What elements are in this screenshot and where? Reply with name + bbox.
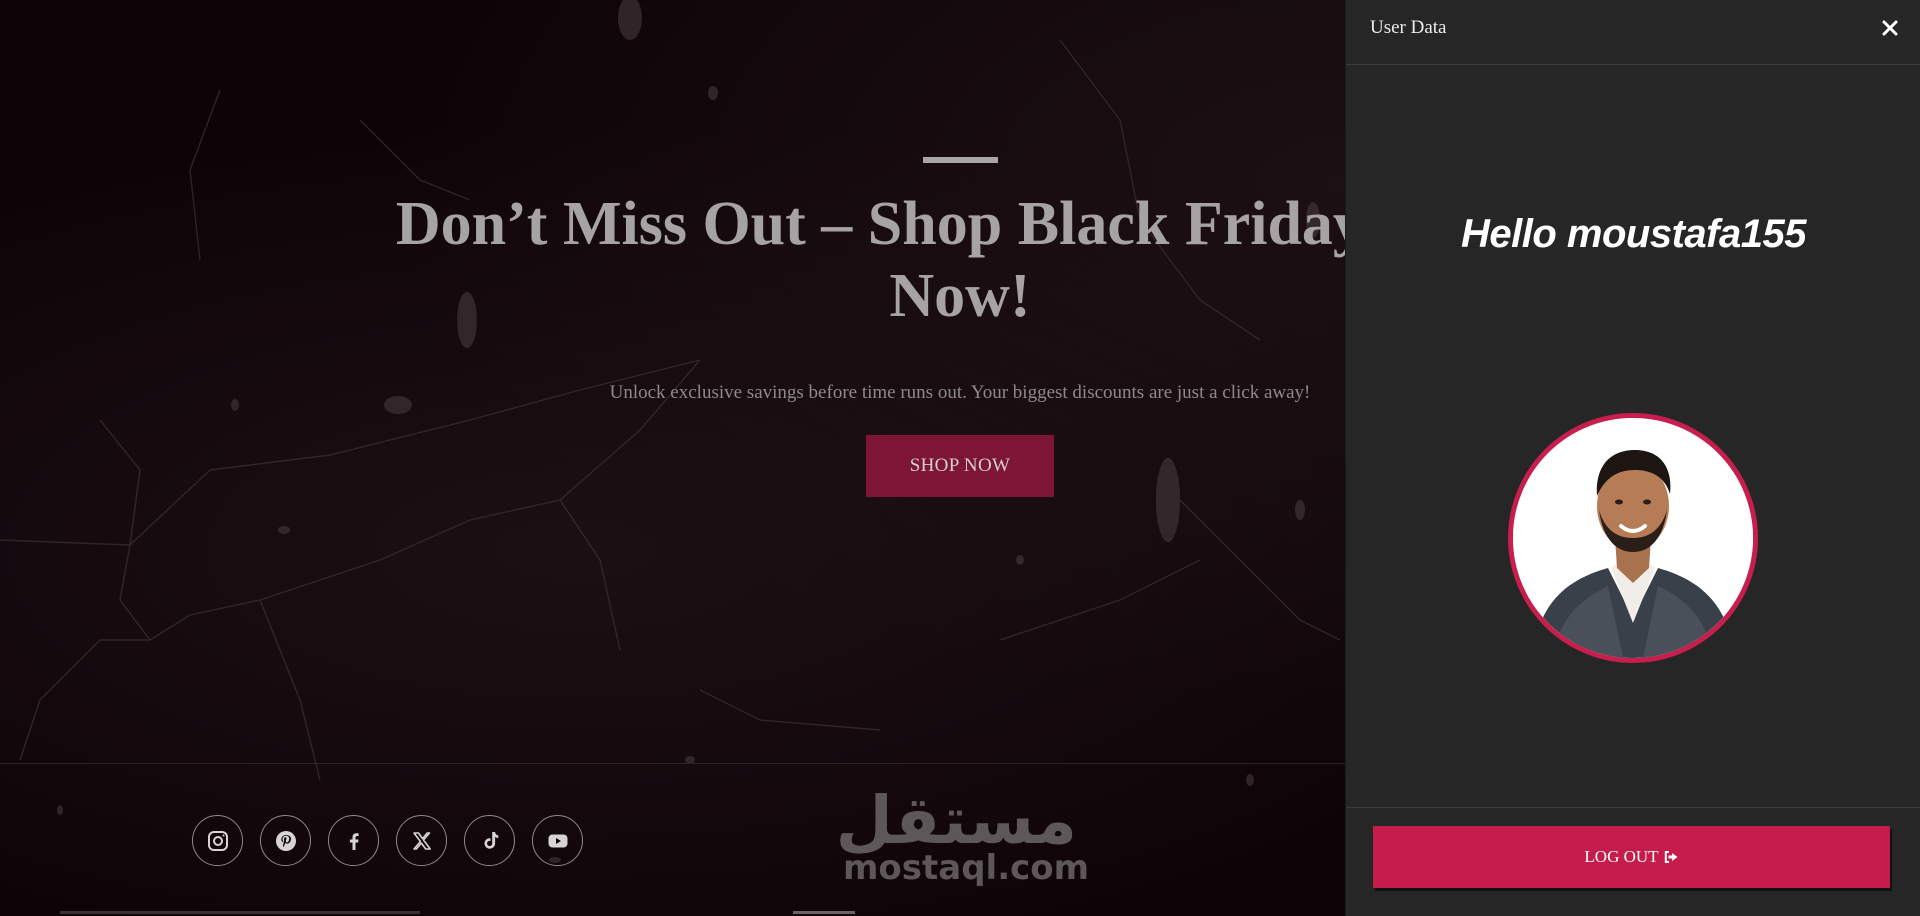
tiktok-link[interactable] <box>464 815 515 866</box>
user-greeting: Hello moustafa155 <box>1461 212 1806 256</box>
panel-header: User Data <box>1346 0 1920 65</box>
pinterest-link[interactable] <box>260 815 311 866</box>
user-photo <box>1513 418 1753 658</box>
sign-out-icon <box>1664 851 1678 863</box>
close-icon <box>1882 20 1898 36</box>
youtube-link[interactable] <box>532 815 583 866</box>
youtube-icon <box>548 834 567 847</box>
panel-footer-divider <box>1346 807 1920 808</box>
mostaql-watermark: مستقل mostaql.com <box>835 782 1090 888</box>
social-links <box>192 815 583 866</box>
footer-divider <box>0 763 1345 764</box>
x-twitter-icon <box>412 831 431 850</box>
facebook-link[interactable] <box>328 815 379 866</box>
watermark-arabic: مستقل <box>835 782 1077 859</box>
watermark-latin: mostaql.com <box>843 848 1090 888</box>
logout-button[interactable]: LOG OUT <box>1373 826 1890 888</box>
hero-divider <box>923 157 998 163</box>
scroll-indicator[interactable] <box>793 911 855 914</box>
tiktok-icon <box>484 831 498 849</box>
user-data-panel: User Data Hello moustafa155 LOG OUT <box>1345 0 1920 916</box>
panel-title: User Data <box>1370 17 1447 38</box>
instagram-icon <box>207 830 228 851</box>
logout-label: LOG OUT <box>1584 847 1659 866</box>
facebook-icon <box>349 832 359 850</box>
horizontal-scrollbar[interactable] <box>60 911 420 914</box>
close-panel-button[interactable] <box>1876 14 1904 42</box>
x-link[interactable] <box>396 815 447 866</box>
instagram-link[interactable] <box>192 815 243 866</box>
pinterest-icon <box>275 830 296 851</box>
avatar <box>1508 413 1758 663</box>
shop-now-button[interactable]: SHOP NOW <box>866 435 1054 497</box>
